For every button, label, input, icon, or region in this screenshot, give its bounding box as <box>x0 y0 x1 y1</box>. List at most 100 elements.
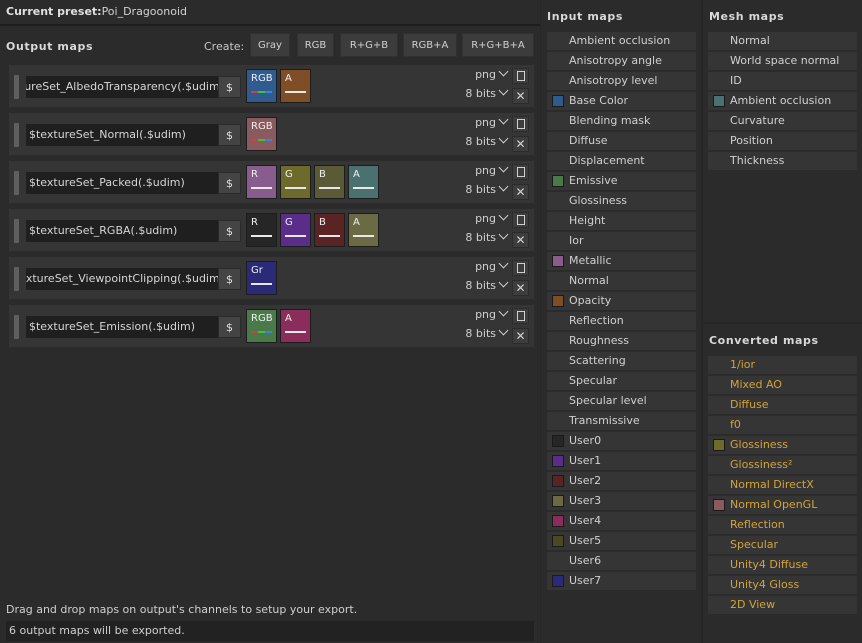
create-r-g-b-a-button[interactable]: R+G+B+A <box>462 33 534 57</box>
input-maps-item[interactable]: Roughness <box>547 332 696 350</box>
duplicate-button[interactable] <box>512 260 529 276</box>
format-dropdown[interactable]: png <box>475 162 509 177</box>
format-dropdown[interactable]: png <box>475 114 509 129</box>
input-maps-item[interactable]: Displacement <box>547 152 696 170</box>
converted-maps-item[interactable]: Normal OpenGL <box>708 496 857 514</box>
input-maps-item[interactable]: Diffuse <box>547 132 696 150</box>
channel-slot[interactable]: A <box>280 69 311 103</box>
input-maps-item[interactable]: Scattering <box>547 352 696 370</box>
drag-handle[interactable] <box>14 267 19 291</box>
mesh-maps-item[interactable]: Ambient occlusion <box>708 92 857 110</box>
format-dropdown[interactable]: png <box>475 306 509 321</box>
input-maps-item[interactable]: Ior <box>547 232 696 250</box>
bit-depth-dropdown[interactable]: 8 bits <box>465 325 509 340</box>
filename-input[interactable]: $textureSet_Normal(.$udim) <box>26 124 224 146</box>
channel-slot[interactable]: R <box>246 165 277 199</box>
remove-button[interactable]: ✕ <box>512 136 529 152</box>
input-maps-item[interactable]: Normal <box>547 272 696 290</box>
converted-maps-item[interactable]: 1/ior <box>708 356 857 374</box>
bit-depth-dropdown[interactable]: 8 bits <box>465 85 509 100</box>
create-rgb-button[interactable]: RGB <box>297 33 334 57</box>
mesh-maps-item[interactable]: Position <box>708 132 857 150</box>
channel-slot[interactable]: RGB <box>246 69 277 103</box>
converted-maps-item[interactable]: Unity4 Diffuse <box>708 556 857 574</box>
duplicate-button[interactable] <box>512 212 529 228</box>
duplicate-button[interactable] <box>512 308 529 324</box>
filename-input[interactable]: $textureSet_RGBA(.$udim) <box>26 220 224 242</box>
converted-maps-item[interactable]: Glossiness <box>708 436 857 454</box>
drag-handle[interactable] <box>14 75 19 99</box>
format-dropdown[interactable]: png <box>475 210 509 225</box>
insert-variable-button[interactable]: $ <box>218 316 241 338</box>
input-maps-item[interactable]: Specular level <box>547 392 696 410</box>
filename-input[interactable]: $textureSet_AlbedoTransparency(.$udim) <box>26 76 224 98</box>
mesh-maps-item[interactable]: Thickness <box>708 152 857 170</box>
converted-maps-item[interactable]: f0 <box>708 416 857 434</box>
duplicate-button[interactable] <box>512 68 529 84</box>
input-maps-item[interactable]: Base Color <box>547 92 696 110</box>
input-maps-item[interactable]: User3 <box>547 492 696 510</box>
input-maps-item[interactable]: Reflection <box>547 312 696 330</box>
create-r-g-b-button[interactable]: R+G+B <box>340 33 398 57</box>
insert-variable-button[interactable]: $ <box>218 124 241 146</box>
remove-button[interactable]: ✕ <box>512 232 529 248</box>
channel-slot[interactable]: RGB <box>246 309 277 343</box>
remove-button[interactable]: ✕ <box>512 88 529 104</box>
converted-maps-item[interactable]: Mixed AO <box>708 376 857 394</box>
channel-slot[interactable]: Gr <box>246 261 277 295</box>
channel-slot[interactable]: RGB <box>246 117 277 151</box>
converted-maps-item[interactable]: Normal DirectX <box>708 476 857 494</box>
input-maps-item[interactable]: User0 <box>547 432 696 450</box>
create-rgb-a-button[interactable]: RGB+A <box>403 33 457 57</box>
input-maps-item[interactable]: User4 <box>547 512 696 530</box>
mesh-maps-item[interactable]: Curvature <box>708 112 857 130</box>
input-maps-item[interactable]: Height <box>547 212 696 230</box>
format-dropdown[interactable]: png <box>475 66 509 81</box>
drag-handle[interactable] <box>14 123 19 147</box>
channel-slot[interactable]: G <box>280 213 311 247</box>
insert-variable-button[interactable]: $ <box>218 76 241 98</box>
input-maps-item[interactable]: Anisotropy angle <box>547 52 696 70</box>
converted-maps-item[interactable]: Glossiness² <box>708 456 857 474</box>
channel-slot[interactable]: B <box>314 165 345 199</box>
channel-slot[interactable]: A <box>280 309 311 343</box>
drag-handle[interactable] <box>14 315 19 339</box>
remove-button[interactable]: ✕ <box>512 184 529 200</box>
input-maps-item[interactable]: Specular <box>547 372 696 390</box>
input-maps-item[interactable]: Transmissive <box>547 412 696 430</box>
input-maps-item[interactable]: Opacity <box>547 292 696 310</box>
bit-depth-dropdown[interactable]: 8 bits <box>465 229 509 244</box>
format-dropdown[interactable]: png <box>475 258 509 273</box>
input-maps-item[interactable]: Metallic <box>547 252 696 270</box>
channel-slot[interactable]: B <box>314 213 345 247</box>
input-maps-item[interactable]: User2 <box>547 472 696 490</box>
bit-depth-dropdown[interactable]: 8 bits <box>465 181 509 196</box>
filename-input[interactable]: $textureSet_ViewpointClipping(.$udim) <box>26 268 224 290</box>
converted-maps-item[interactable]: Reflection <box>708 516 857 534</box>
bit-depth-dropdown[interactable]: 8 bits <box>465 133 509 148</box>
input-maps-item[interactable]: Blending mask <box>547 112 696 130</box>
mesh-maps-item[interactable]: Normal <box>708 32 857 50</box>
filename-input[interactable]: $textureSet_Emission(.$udim) <box>26 316 224 338</box>
channel-slot[interactable]: A <box>348 165 379 199</box>
insert-variable-button[interactable]: $ <box>218 220 241 242</box>
input-maps-item[interactable]: Anisotropy level <box>547 72 696 90</box>
bit-depth-dropdown[interactable]: 8 bits <box>465 277 509 292</box>
remove-button[interactable]: ✕ <box>512 280 529 296</box>
duplicate-button[interactable] <box>512 164 529 180</box>
insert-variable-button[interactable]: $ <box>218 268 241 290</box>
mesh-maps-item[interactable]: ID <box>708 72 857 90</box>
converted-maps-item[interactable]: 2D View <box>708 596 857 614</box>
drag-handle[interactable] <box>14 171 19 195</box>
drag-handle[interactable] <box>14 219 19 243</box>
create-gray-button[interactable]: Gray <box>250 33 290 57</box>
remove-button[interactable]: ✕ <box>512 328 529 344</box>
filename-input[interactable]: $textureSet_Packed(.$udim) <box>26 172 224 194</box>
converted-maps-item[interactable]: Specular <box>708 536 857 554</box>
input-maps-item[interactable]: Ambient occlusion <box>547 32 696 50</box>
converted-maps-item[interactable]: Unity4 Gloss <box>708 576 857 594</box>
channel-slot[interactable]: A <box>348 213 379 247</box>
input-maps-item[interactable]: User7 <box>547 572 696 590</box>
insert-variable-button[interactable]: $ <box>218 172 241 194</box>
channel-slot[interactable]: R <box>246 213 277 247</box>
